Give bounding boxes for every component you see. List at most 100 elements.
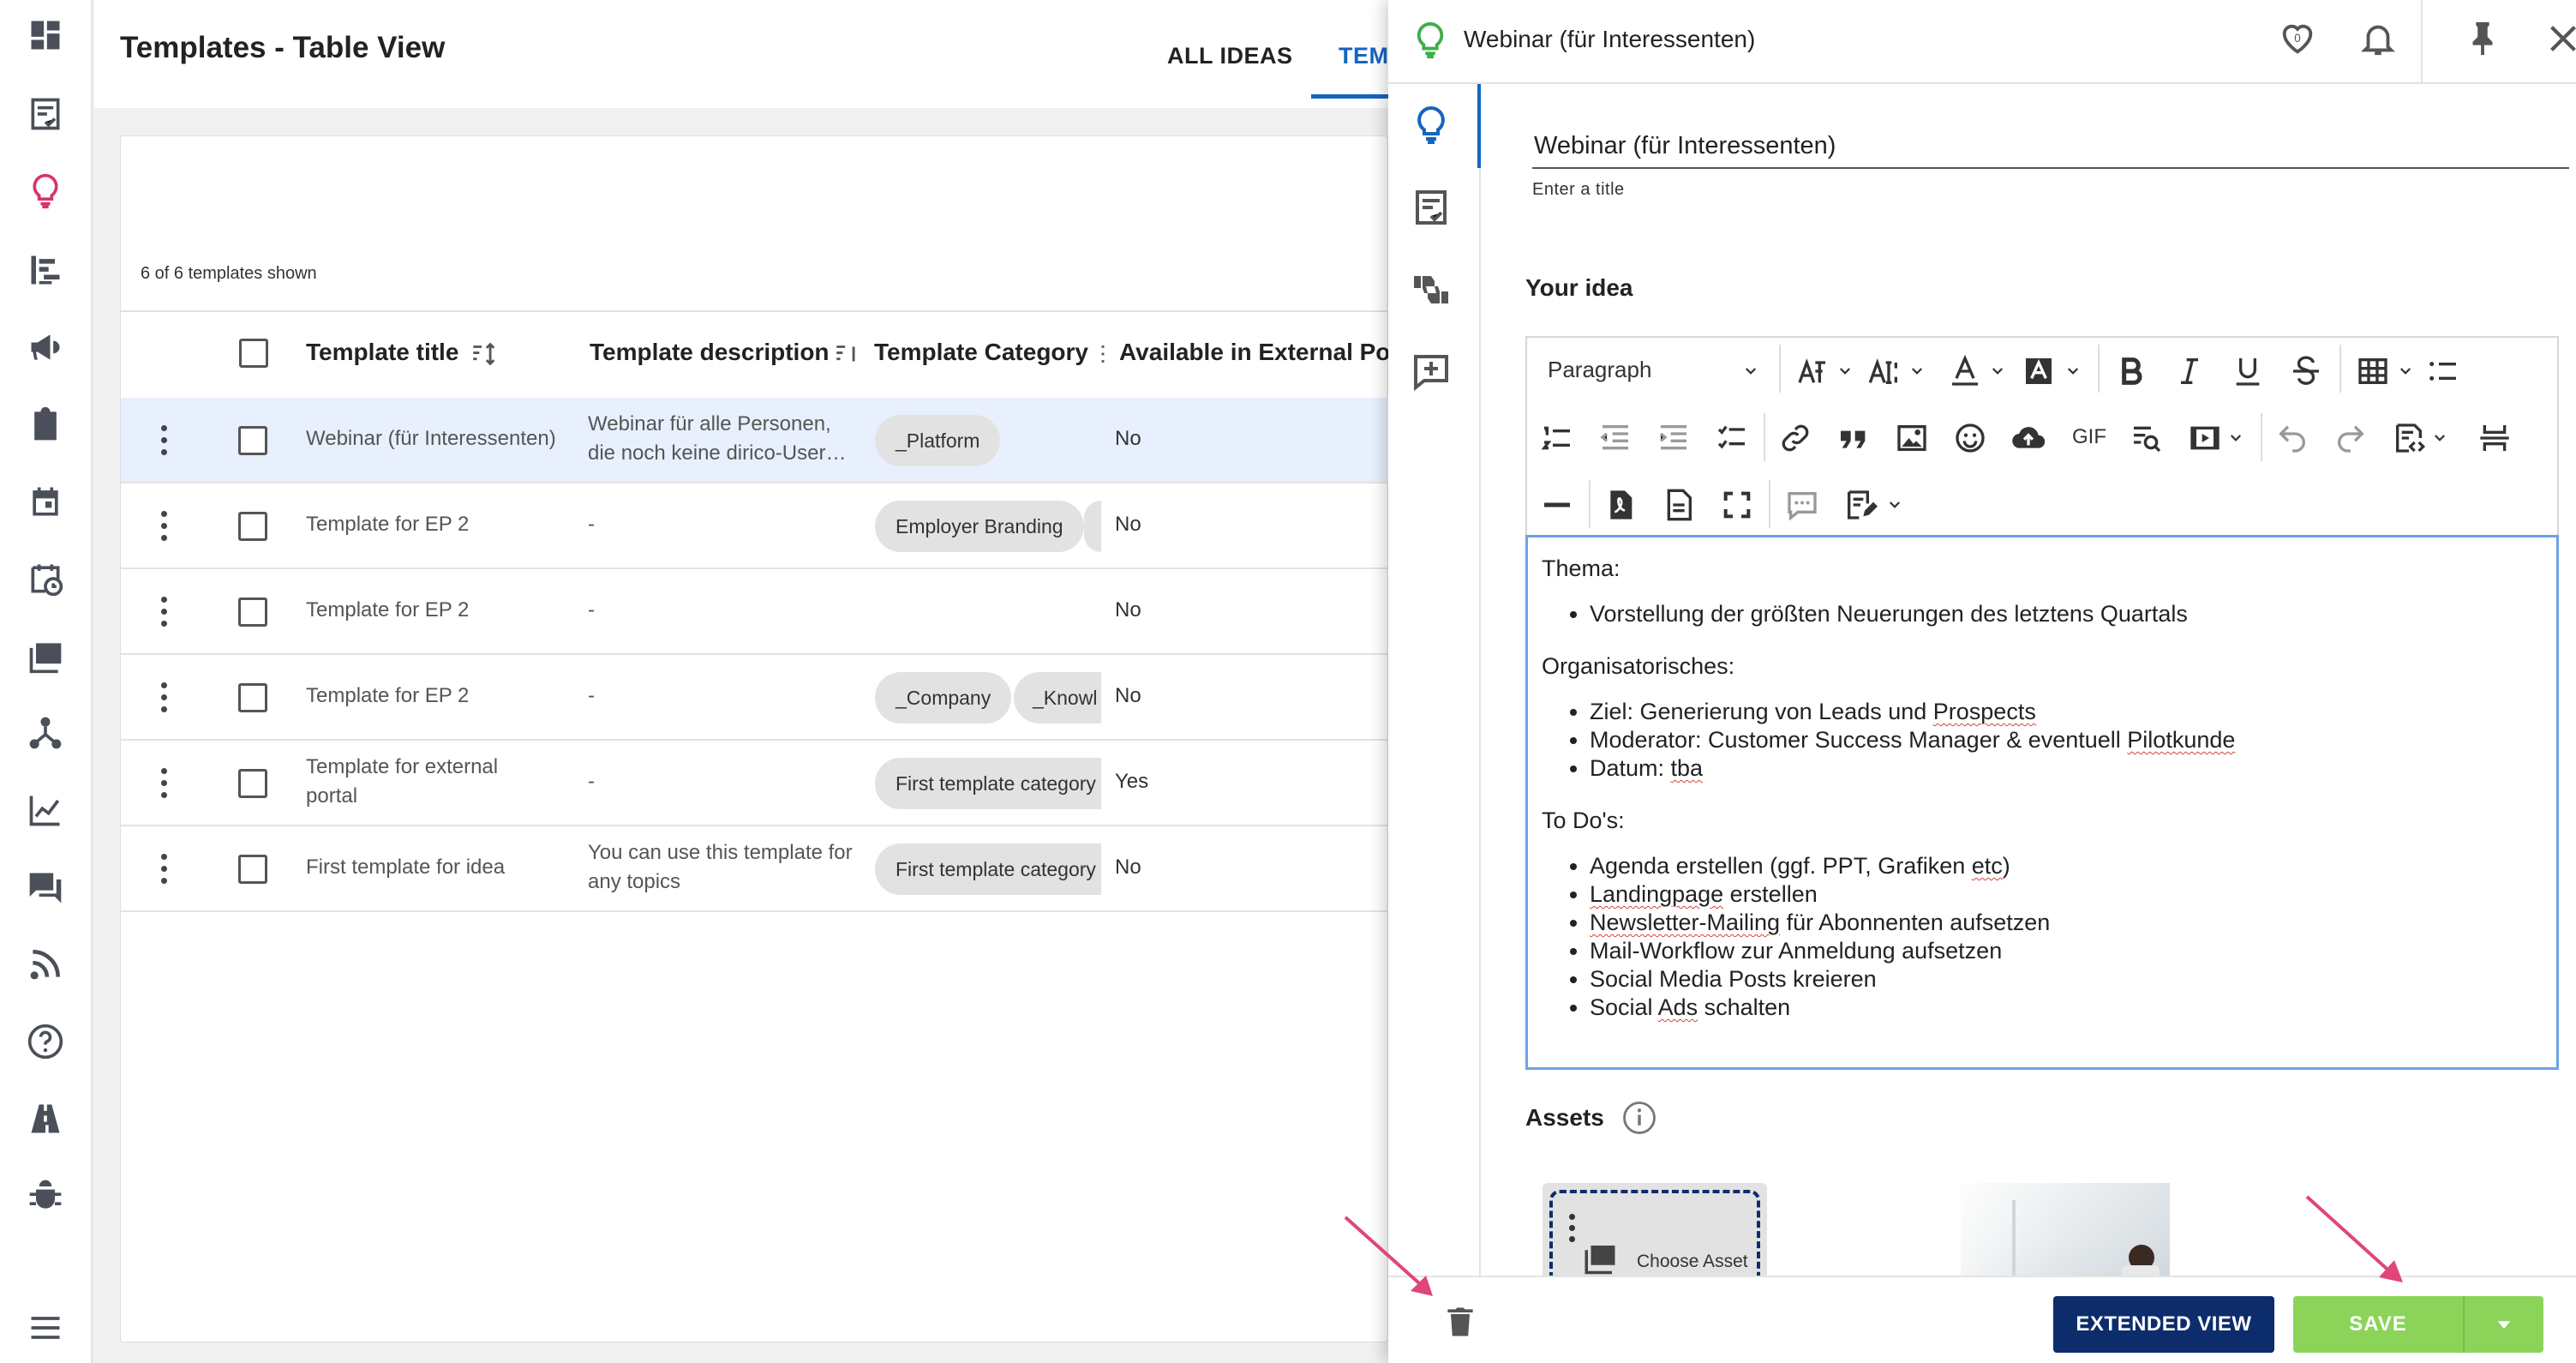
row-menu-icon[interactable] <box>159 425 169 456</box>
track-changes-icon[interactable] <box>1841 485 1880 525</box>
indent-icon[interactable] <box>1654 418 1693 458</box>
rich-text-editor[interactable]: Thema: Vorstellung der größten Neuerunge… <box>1525 535 2559 1070</box>
row-menu-icon[interactable] <box>159 682 169 713</box>
network-icon[interactable] <box>24 712 67 754</box>
category-chip[interactable] <box>1084 501 1101 552</box>
underline-icon[interactable] <box>2228 351 2267 391</box>
tasks-icon[interactable] <box>1411 187 1455 231</box>
fullscreen-icon[interactable] <box>1717 485 1757 525</box>
chevron-down-icon[interactable] <box>2065 363 2081 379</box>
quote-icon[interactable] <box>1834 418 1873 458</box>
find-replace-icon[interactable] <box>2127 418 2166 458</box>
calendar-clock-icon[interactable] <box>24 557 67 600</box>
extended-view-button[interactable]: EXTENDED VIEW <box>2053 1296 2274 1353</box>
table-row[interactable]: Webinar (für Interessenten) Webinar für … <box>121 398 1389 483</box>
rss-icon[interactable] <box>24 943 67 986</box>
strikethrough-icon[interactable] <box>2286 351 2326 391</box>
source-editing-icon[interactable] <box>2389 418 2429 458</box>
chevron-down-icon[interactable] <box>1909 363 1925 379</box>
chevron-down-icon[interactable] <box>2432 430 2447 446</box>
todo-list-icon[interactable] <box>1712 418 1752 458</box>
tab-templates[interactable]: TEM <box>1339 43 1389 69</box>
table-row[interactable]: First template for idea You can use this… <box>121 826 1389 912</box>
save-options-button[interactable] <box>2465 1296 2543 1353</box>
asset-menu-icon[interactable] <box>1567 1214 1577 1245</box>
menu-icon[interactable] <box>24 1306 67 1349</box>
chevron-down-icon[interactable] <box>1837 363 1853 379</box>
horizontal-line-icon[interactable] <box>1537 485 1577 525</box>
title-input[interactable] <box>1532 124 2569 169</box>
column-header-category[interactable]: Template Category <box>874 339 1088 366</box>
chevron-down-icon[interactable] <box>2228 430 2244 446</box>
undo-icon[interactable] <box>2273 418 2312 458</box>
add-comment-icon[interactable] <box>1411 351 1455 396</box>
redo-icon[interactable] <box>2331 418 2370 458</box>
category-chip[interactable]: First template category <box>875 758 1101 809</box>
bell-icon[interactable] <box>2358 19 2401 62</box>
table-row[interactable]: Template for EP 2 - _Company _Knowl No <box>121 655 1389 741</box>
row-menu-icon[interactable] <box>159 597 169 627</box>
row-menu-icon[interactable] <box>159 511 169 542</box>
lightbulb-icon[interactable] <box>1411 105 1455 149</box>
table-row[interactable]: Template for EP 2 - No <box>121 569 1389 655</box>
row-checkbox[interactable] <box>238 597 267 627</box>
emoji-icon[interactable] <box>1950 418 1990 458</box>
font-color-icon[interactable] <box>1945 351 1985 391</box>
road-icon[interactable] <box>24 1097 67 1140</box>
help-icon[interactable] <box>24 1020 67 1063</box>
bug-icon[interactable] <box>24 1174 67 1217</box>
tasks-icon[interactable] <box>24 93 67 135</box>
category-chip[interactable]: Employer Branding <box>875 501 1084 552</box>
images-icon[interactable] <box>24 634 67 677</box>
category-chip[interactable]: _Knowl <box>1014 672 1101 724</box>
megaphone-icon[interactable] <box>24 326 67 369</box>
row-checkbox[interactable] <box>238 426 267 455</box>
asset-thumbnail[interactable] <box>1961 1183 2170 1277</box>
outdent-icon[interactable] <box>1596 418 1635 458</box>
column-header-available[interactable]: Available in External Port <box>1119 339 1388 366</box>
numbered-list-icon[interactable] <box>1537 418 1577 458</box>
table-icon[interactable] <box>2353 351 2393 391</box>
favorite-heart-icon[interactable]: 0 <box>2278 19 2321 62</box>
trash-icon[interactable] <box>1441 1303 1479 1341</box>
link-icon[interactable] <box>1776 418 1815 458</box>
export-word-icon[interactable] <box>1659 485 1698 525</box>
row-checkbox[interactable] <box>238 769 267 798</box>
background-color-icon[interactable] <box>2019 351 2058 391</box>
tab-all-ideas[interactable]: ALL IDEAS <box>1167 43 1293 69</box>
dashboard-icon[interactable] <box>24 14 67 57</box>
choose-asset-tile[interactable]: Choose Asset <box>1543 1183 1767 1277</box>
bold-icon[interactable] <box>2112 351 2151 391</box>
column-menu-icon[interactable] <box>1088 339 1117 369</box>
font-family-icon[interactable] <box>1793 351 1832 391</box>
chart-icon[interactable] <box>24 789 67 832</box>
chat-icon[interactable] <box>24 866 67 909</box>
page-break-icon[interactable] <box>2475 418 2514 458</box>
lightbulb-icon[interactable] <box>24 170 67 213</box>
media-embed-icon[interactable] <box>2185 418 2225 458</box>
select-all-checkbox[interactable] <box>239 339 268 368</box>
font-size-icon[interactable] <box>1865 351 1904 391</box>
chevron-down-icon[interactable] <box>1743 363 1758 379</box>
category-chip[interactable]: _Platform <box>875 415 1001 466</box>
table-row[interactable]: Template for EP 2 - Employer Branding No <box>121 483 1389 569</box>
sort-icon[interactable] <box>470 339 499 369</box>
category-chip[interactable]: _Company <box>875 672 1012 724</box>
paragraph-select[interactable]: Paragraph <box>1548 357 1651 383</box>
calendar-icon[interactable] <box>24 480 67 523</box>
close-icon[interactable] <box>2543 19 2576 62</box>
image-icon[interactable] <box>1892 418 1932 458</box>
info-icon[interactable] <box>1621 1100 1657 1136</box>
thumbs-vote-icon[interactable] <box>1411 269 1455 314</box>
export-pdf-icon[interactable] <box>1601 485 1640 525</box>
category-chip[interactable]: First template category <box>875 844 1101 895</box>
row-checkbox[interactable] <box>238 683 267 712</box>
chevron-down-icon[interactable] <box>1990 363 2005 379</box>
column-menu-icon[interactable] <box>833 339 862 369</box>
chevron-down-icon[interactable] <box>1887 497 1902 513</box>
column-header-title[interactable]: Template title <box>306 339 458 366</box>
bulleted-list-icon[interactable] <box>2423 351 2463 391</box>
table-row[interactable]: Template for external portal - First tem… <box>121 741 1389 826</box>
gif-button[interactable]: GIF <box>2072 425 2106 449</box>
italic-icon[interactable] <box>2170 351 2209 391</box>
